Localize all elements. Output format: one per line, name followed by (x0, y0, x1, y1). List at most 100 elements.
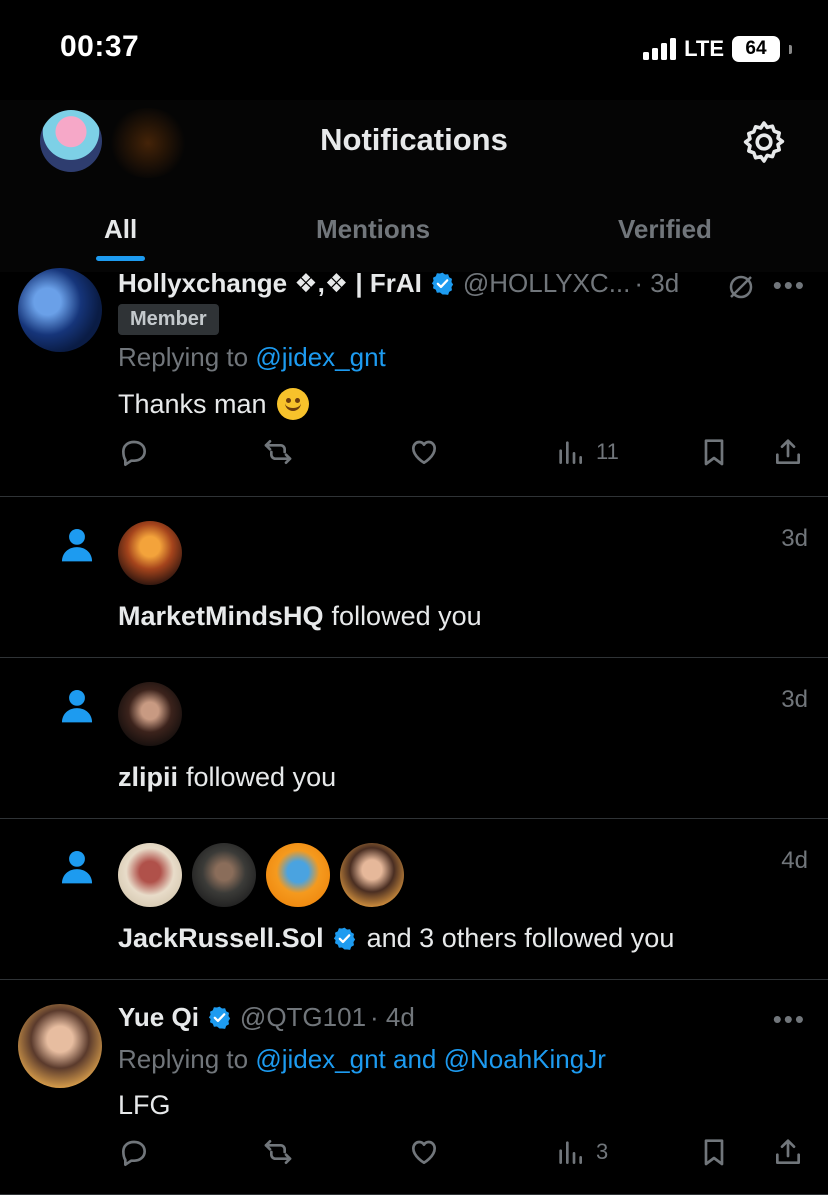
verified-badge-icon (208, 1006, 231, 1029)
bookmark-button[interactable] (698, 1134, 730, 1170)
battery-icon: 64 (732, 36, 780, 62)
speech-bubble-icon (122, 440, 146, 466)
views-count: 3 (596, 1139, 609, 1164)
avatar[interactable] (340, 843, 404, 907)
reply-mention-link[interactable]: @jidex_gnt and @NoahKingJr (255, 1044, 606, 1074)
smiling-face-emoji (276, 388, 309, 420)
retweet-button[interactable] (262, 434, 294, 470)
tab-mentions-label: Mentions (316, 214, 431, 244)
follower-name[interactable]: JackRussell.Sol (118, 923, 324, 954)
avatar[interactable] (192, 843, 256, 907)
tweet-actions: 11 (0, 434, 828, 474)
follower-avatars (118, 521, 182, 585)
avatar[interactable] (18, 1004, 102, 1088)
author-handle: @QTG101 (239, 1002, 367, 1032)
active-tab-indicator (96, 256, 146, 261)
tab-verified-label: Verified (618, 214, 712, 244)
share-icon (776, 439, 800, 464)
reply-button[interactable] (118, 1134, 150, 1170)
follow-action: followed you (331, 601, 482, 631)
avatar[interactable] (266, 843, 330, 907)
share-icon (776, 1139, 800, 1164)
heart-icon (412, 440, 436, 464)
person-icon (61, 850, 93, 884)
gear-icon[interactable] (740, 118, 788, 166)
follower-avatars (118, 682, 182, 746)
views-count: 11 (596, 439, 619, 464)
tweet-time: · 3d (634, 268, 680, 298)
reply-notification[interactable]: Hollyxchange ❖,❖ | FrAI @HOLLYXC... · 3d… (0, 268, 828, 496)
follow-text: zlipii followed you (118, 762, 336, 793)
battery-level: 64 (745, 38, 767, 59)
status-bar: 00:37 LTE 64 (0, 0, 828, 100)
more-options-icon[interactable]: ••• (773, 270, 806, 301)
follow-action: followed you (186, 762, 337, 792)
reply-button[interactable] (118, 434, 150, 470)
notification-time: 3d (781, 686, 808, 713)
avatar[interactable] (118, 682, 182, 746)
follow-text: JackRussell.Sol and 3 others followed yo… (118, 923, 674, 954)
bar-chart-icon (559, 1141, 582, 1164)
signal-icon (643, 38, 677, 60)
notification-time: 3d (781, 525, 808, 552)
author-name[interactable]: Hollyxchange ❖,❖ | FrAI (118, 268, 422, 299)
bookmark-icon (704, 1139, 724, 1166)
retweet-icon (264, 440, 292, 464)
tab-verified[interactable]: Verified (618, 214, 712, 245)
follow-notification[interactable]: 4d JackRussell.Sol and 3 others followed… (0, 819, 828, 979)
header: Notifications All Mentions Verified (0, 100, 828, 272)
replying-to: Replying to @jidex_gnt and @NoahKingJr (118, 1044, 606, 1075)
follower-avatars (118, 843, 404, 907)
like-button[interactable] (408, 434, 440, 470)
member-badge: Member (118, 304, 219, 335)
person-icon (61, 528, 93, 562)
tab-bar: All Mentions Verified (0, 200, 828, 272)
retweet-icon (264, 1140, 292, 1164)
notification-feed: Hollyxchange ❖,❖ | FrAI @HOLLYXC... · 3d… (0, 268, 828, 1195)
follower-name[interactable]: MarketMindsHQ (118, 601, 324, 632)
battery-cap (789, 44, 792, 54)
share-button[interactable] (772, 434, 804, 470)
avatar[interactable] (18, 268, 102, 352)
like-button[interactable] (408, 1134, 440, 1170)
follow-notification[interactable]: 3d zlipii followed you (0, 658, 828, 818)
reply-mention-link[interactable]: @jidex_gnt (255, 342, 385, 372)
bar-chart-icon (559, 441, 582, 464)
bookmark-button[interactable] (698, 434, 730, 470)
replying-prefix: Replying to (118, 342, 256, 372)
clock: 00:37 (60, 30, 140, 63)
follow-action: and 3 others followed you (366, 923, 675, 953)
tab-all[interactable]: All (96, 214, 146, 261)
page-title: Notifications (320, 122, 508, 157)
follow-text: MarketMindsHQ followed you (118, 601, 482, 632)
speech-bubble-icon (122, 1140, 146, 1166)
tweet-body: Thanks man (118, 388, 267, 419)
tweet-header: Yue Qi @QTG101 · 4d (118, 1002, 415, 1033)
tweet-text: Thanks man (118, 388, 309, 420)
tweet-header: Hollyxchange ❖,❖ | FrAI @HOLLYXC... · 3d (118, 268, 679, 299)
notification-time: 4d (781, 847, 808, 874)
tweet-text: LFG (118, 1090, 171, 1121)
views-button[interactable]: 3 (554, 1134, 608, 1170)
reply-notification[interactable]: Yue Qi @QTG101 · 4d ••• Replying to @jid… (0, 980, 828, 1194)
mute-icon[interactable] (726, 272, 756, 302)
share-button[interactable] (772, 1134, 804, 1170)
bookmark-icon (704, 439, 724, 466)
verified-badge-icon (333, 927, 355, 950)
network-label: LTE (684, 36, 724, 61)
retweet-button[interactable] (262, 1134, 294, 1170)
tab-all-label: All (104, 214, 138, 244)
person-icon (61, 689, 93, 723)
tab-mentions[interactable]: Mentions (316, 214, 430, 245)
avatar[interactable] (118, 843, 182, 907)
author-name[interactable]: Yue Qi (118, 1002, 199, 1033)
replying-to: Replying to @jidex_gnt (118, 342, 386, 373)
replying-prefix: Replying to (118, 1044, 256, 1074)
author-handle: @HOLLYXC... (462, 268, 631, 298)
more-options-icon[interactable]: ••• (773, 1004, 806, 1035)
tweet-actions: 3 (0, 1134, 828, 1174)
follow-notification[interactable]: 3d MarketMindsHQ followed you (0, 497, 828, 657)
follower-name[interactable]: zlipii (118, 762, 178, 793)
views-button[interactable]: 11 (554, 434, 619, 470)
avatar[interactable] (118, 521, 182, 585)
